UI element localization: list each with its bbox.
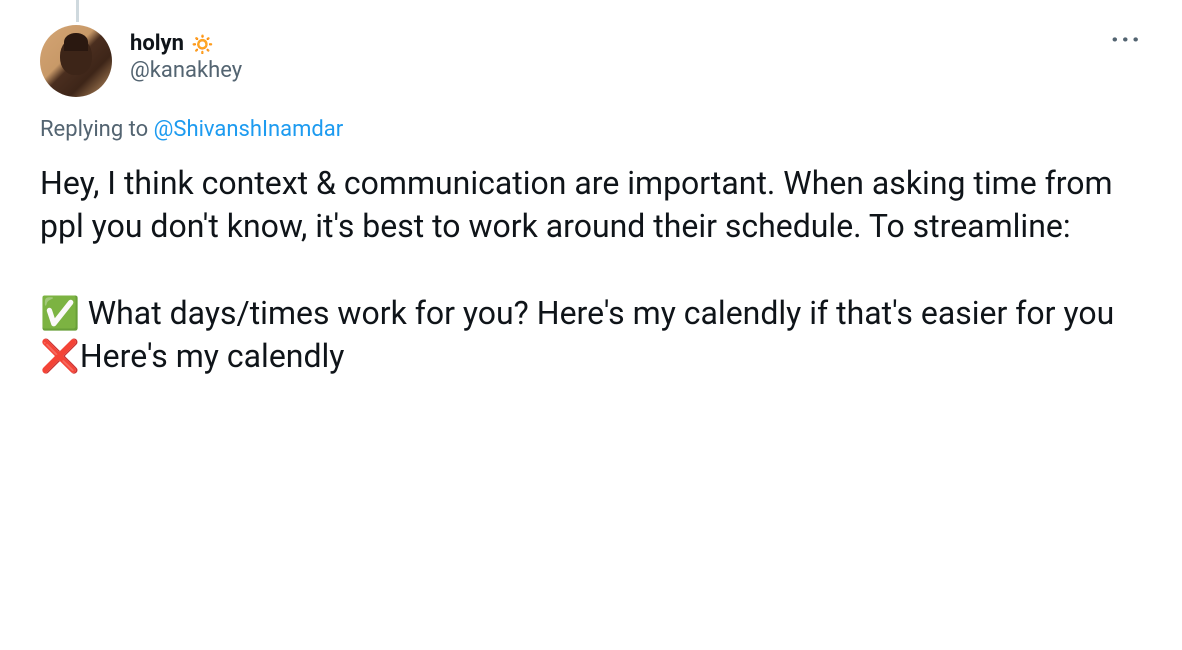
sun-icon: 🔅 <box>190 32 215 56</box>
user-info: holyn 🔅 @kanakhey <box>130 25 242 83</box>
reply-prefix: Replying to <box>40 117 154 142</box>
avatar[interactable] <box>40 25 112 97</box>
display-name: holyn <box>130 31 184 56</box>
more-options-button[interactable]: ··· <box>1111 33 1142 47</box>
tweet-header: holyn 🔅 @kanakhey ··· <box>40 25 1142 97</box>
reply-mention[interactable]: @ShivanshInamdar <box>154 117 344 142</box>
user-handle[interactable]: @kanakhey <box>130 58 242 83</box>
display-name-row[interactable]: holyn 🔅 <box>130 31 242 56</box>
tweet-text: Hey, I think context & communication are… <box>40 162 1142 378</box>
thread-connector-line <box>76 0 79 22</box>
reply-context: Replying to @ShivanshInamdar <box>40 117 1142 142</box>
